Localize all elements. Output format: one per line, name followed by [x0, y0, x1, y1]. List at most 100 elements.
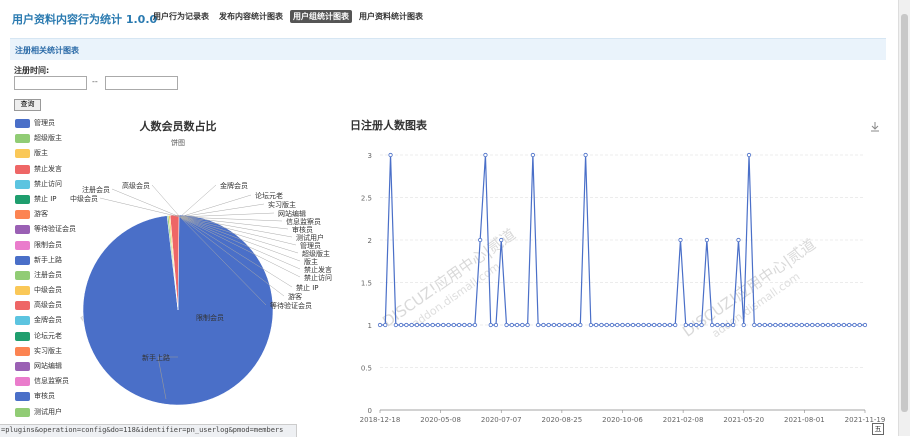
data-point[interactable] — [409, 322, 414, 328]
data-point[interactable] — [773, 322, 778, 328]
data-point[interactable] — [852, 322, 857, 328]
corner-icon[interactable]: 五 — [872, 423, 884, 435]
data-point[interactable] — [836, 322, 841, 328]
data-point[interactable] — [514, 322, 520, 328]
query-button[interactable]: 查询 — [14, 99, 41, 111]
data-point[interactable] — [831, 322, 836, 328]
data-point[interactable] — [825, 322, 831, 328]
data-point[interactable] — [446, 322, 451, 328]
data-point[interactable] — [567, 322, 572, 328]
data-point[interactable] — [778, 322, 783, 328]
data-point[interactable] — [704, 237, 709, 243]
data-point[interactable] — [520, 322, 525, 328]
data-point[interactable] — [551, 322, 557, 328]
tab-user-behavior-log[interactable]: 用户行为记录表 — [150, 10, 212, 23]
data-point[interactable] — [609, 322, 615, 328]
data-point[interactable] — [615, 322, 620, 328]
data-point[interactable] — [509, 322, 514, 328]
data-point[interactable] — [710, 322, 715, 328]
vertical-scrollbar[interactable] — [898, 0, 910, 436]
data-point[interactable] — [699, 322, 704, 328]
data-point[interactable] — [414, 322, 420, 328]
data-point[interactable] — [599, 322, 604, 328]
data-point[interactable] — [462, 322, 467, 328]
data-point[interactable] — [588, 322, 593, 328]
data-point[interactable] — [646, 322, 651, 328]
data-point[interactable] — [557, 322, 562, 328]
data-point[interactable] — [404, 322, 409, 328]
data-point[interactable] — [657, 322, 662, 328]
data-point[interactable] — [746, 152, 752, 158]
tab-post-stats[interactable]: 发布内容统计图表 — [216, 10, 286, 23]
data-point[interactable] — [799, 322, 804, 328]
data-point[interactable] — [536, 322, 541, 328]
data-point[interactable] — [678, 237, 683, 243]
data-point[interactable] — [862, 322, 868, 328]
data-point[interactable] — [478, 237, 483, 243]
data-point[interactable] — [720, 322, 725, 328]
data-point[interactable] — [736, 237, 741, 243]
data-point[interactable] — [768, 322, 773, 328]
data-point[interactable] — [783, 322, 789, 328]
data-point[interactable] — [857, 322, 862, 328]
data-point[interactable] — [398, 322, 404, 328]
data-point[interactable] — [530, 152, 535, 158]
data-point[interactable] — [841, 322, 847, 328]
data-point[interactable] — [630, 322, 636, 328]
data-point[interactable] — [525, 322, 530, 328]
data-point[interactable] — [456, 322, 462, 328]
data-point[interactable] — [493, 322, 499, 328]
download-icon[interactable] — [869, 120, 881, 132]
data-point[interactable] — [815, 322, 820, 328]
data-point[interactable] — [810, 322, 815, 328]
data-point[interactable] — [383, 322, 388, 328]
data-point[interactable] — [673, 322, 678, 328]
data-point[interactable] — [636, 322, 641, 328]
data-point[interactable] — [572, 322, 578, 328]
data-point[interactable] — [594, 322, 599, 328]
data-point[interactable] — [694, 322, 699, 328]
data-point[interactable] — [467, 322, 472, 328]
data-point[interactable] — [562, 322, 567, 328]
data-point[interactable] — [715, 322, 720, 328]
data-point[interactable] — [789, 322, 794, 328]
data-point[interactable] — [731, 322, 736, 328]
data-point[interactable] — [488, 322, 493, 328]
data-point[interactable] — [804, 322, 810, 328]
data-point[interactable] — [388, 152, 393, 158]
data-point[interactable] — [688, 322, 694, 328]
data-point[interactable] — [641, 322, 646, 328]
data-point[interactable] — [620, 322, 625, 328]
tab-usergroup-stats[interactable]: 用户组统计图表 — [290, 10, 352, 23]
data-point[interactable] — [425, 322, 430, 328]
data-point[interactable] — [430, 322, 435, 328]
data-point[interactable] — [725, 322, 731, 328]
data-point[interactable] — [741, 322, 746, 328]
data-point[interactable] — [420, 322, 425, 328]
data-point[interactable] — [472, 322, 477, 328]
data-point[interactable] — [757, 322, 762, 328]
end-date-input[interactable] — [105, 76, 178, 90]
data-point[interactable] — [583, 152, 588, 158]
data-point[interactable] — [652, 322, 657, 328]
tab-profile-stats[interactable]: 用户资料统计图表 — [356, 10, 426, 23]
data-point[interactable] — [625, 322, 630, 328]
data-point[interactable] — [752, 322, 757, 328]
data-point[interactable] — [667, 322, 673, 328]
start-date-input[interactable] — [14, 76, 87, 90]
data-point[interactable] — [451, 322, 456, 328]
data-point[interactable] — [578, 322, 583, 328]
data-point[interactable] — [541, 322, 546, 328]
data-point[interactable] — [483, 152, 488, 158]
data-point[interactable] — [435, 322, 441, 328]
data-point[interactable] — [794, 322, 799, 328]
data-point[interactable] — [441, 322, 446, 328]
data-point[interactable] — [377, 322, 383, 328]
data-point[interactable] — [504, 322, 509, 328]
data-point[interactable] — [393, 322, 398, 328]
data-point[interactable] — [683, 322, 688, 328]
data-point[interactable] — [499, 237, 504, 243]
data-point[interactable] — [762, 322, 767, 328]
data-point[interactable] — [847, 322, 852, 328]
data-point[interactable] — [546, 322, 551, 328]
